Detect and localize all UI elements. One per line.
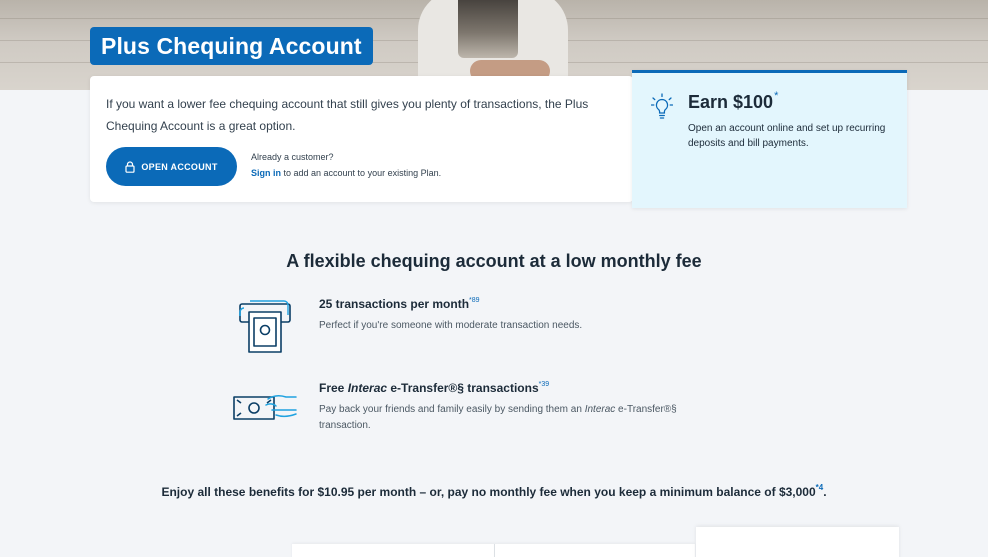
promo-card: Earn $100* Open an account online and se… [632,70,907,208]
feature-e-transfer: Free Interac e-Transfer®§ transactions*3… [232,379,752,439]
open-account-button[interactable]: OPEN ACCOUNT [106,147,237,186]
sign-in-suffix: to add an account to your existing Plan. [281,168,442,178]
bottom-card [495,544,695,557]
fee-note-text: Enjoy all these benefits for $10.95 per … [161,485,816,499]
bottom-card [696,527,899,557]
existing-customer-note: Already a customer? Sign in to add an ac… [251,149,441,181]
feature-title: Free Interac e-Transfer®§ transactions*3… [319,381,549,395]
sign-in-link[interactable]: Sign in [251,168,281,178]
intro-card: If you want a lower fee chequing account… [90,76,633,202]
lock-icon [125,160,135,173]
promo-description: Open an account online and set up recurr… [688,123,886,149]
section-title: A flexible chequing account at a low mon… [286,251,702,271]
fee-note: Enjoy all these benefits for $10.95 per … [0,483,988,499]
intro-text: If you want a lower fee chequing account… [106,97,589,133]
feature-footnote-mark[interactable]: *39 [539,381,550,388]
promo-title: Earn $100* [688,90,778,113]
feature-title-interac: Interac [347,381,388,395]
page-title: Plus Chequing Account [90,27,373,65]
feature-title-text: 25 transactions per month [319,297,470,311]
hero-shirt-graphic [458,0,518,58]
fee-note-end: . [823,485,827,499]
feature-title: 25 transactions per month*89 [319,297,480,311]
bottom-card [292,544,495,557]
feature-transactions: 25 transactions per month*89 Perfect if … [232,295,752,355]
fee-footnote-mark[interactable]: *4 [816,483,824,492]
already-customer-label: Already a customer? [251,152,334,162]
atm-icon [239,300,291,353]
feature-description: Perfect if you're someone with moderate … [319,320,583,331]
money-transfer-icon [233,394,297,420]
open-account-label: OPEN ACCOUNT [141,161,218,172]
feature-footnote-mark[interactable]: *89 [469,297,480,304]
feature-title-prefix: Free [319,381,348,395]
lightbulb-icon [651,93,673,119]
promo-footnote-mark[interactable]: * [774,90,778,102]
feature-description: Pay back your friends and family easily … [319,402,719,434]
feature-title-suffix: e-Transfer®§ transactions [387,381,539,395]
feature-desc-prefix: Pay back your friends and family easily … [319,404,585,415]
promo-title-text: Earn $100 [688,92,774,112]
feature-desc-interac: Interac [584,404,616,415]
